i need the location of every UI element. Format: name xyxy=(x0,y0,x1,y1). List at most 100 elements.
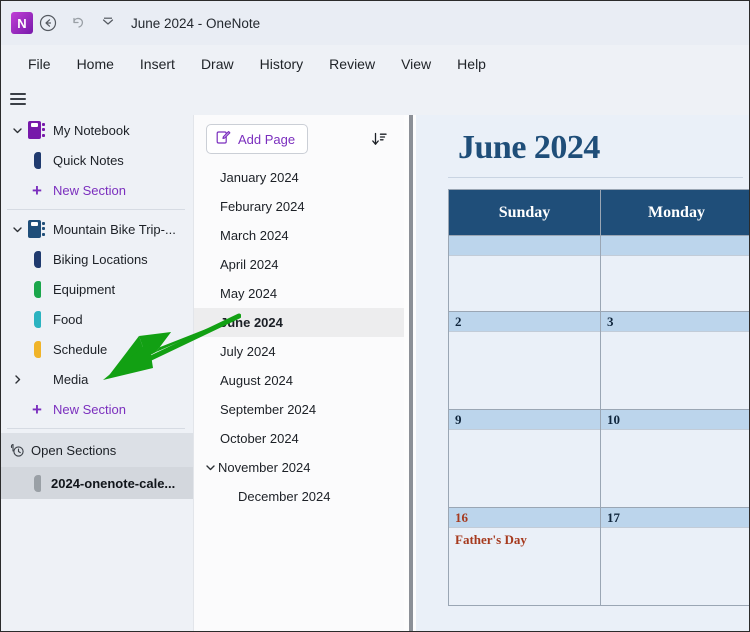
page-label: November 2024 xyxy=(218,460,311,475)
page-item-november[interactable]: November 2024 xyxy=(194,453,404,482)
page-item-april[interactable]: April 2024 xyxy=(194,250,404,279)
page-item-may[interactable]: May 2024 xyxy=(194,279,404,308)
page-item-october[interactable]: October 2024 xyxy=(194,424,404,453)
section-label: Quick Notes xyxy=(53,152,124,168)
notebook-navigation-pane: My Notebook Quick Notes + New Section Mo… xyxy=(1,115,193,631)
calendar-week-row xyxy=(449,236,749,312)
chevron-down-icon[interactable] xyxy=(7,224,27,235)
menu-item-insert[interactable]: Insert xyxy=(127,52,188,76)
menu-item-view[interactable]: View xyxy=(388,52,444,76)
page-item-march[interactable]: March 2024 xyxy=(194,221,404,250)
plus-icon: + xyxy=(32,399,42,419)
day-number: 10 xyxy=(601,410,749,430)
page-item-february[interactable]: Feburary 2024 xyxy=(194,192,404,221)
section-color-icon xyxy=(27,474,47,492)
undo-icon[interactable] xyxy=(63,8,93,38)
page-item-september[interactable]: September 2024 xyxy=(194,395,404,424)
page-item-july[interactable]: July 2024 xyxy=(194,337,404,366)
page-item-january[interactable]: January 2024 xyxy=(194,163,404,192)
chevron-down-icon[interactable] xyxy=(7,125,27,136)
page-label: January 2024 xyxy=(220,170,299,185)
sidebar-item-schedule[interactable]: Schedule xyxy=(1,334,193,364)
plus-icon: + xyxy=(32,180,42,200)
new-section-button-2[interactable]: + New Section xyxy=(1,394,193,424)
day-event xyxy=(601,332,749,409)
calendar-day-cell[interactable] xyxy=(449,236,601,312)
sort-pages-button[interactable] xyxy=(366,126,392,152)
sidebar-item-equipment[interactable]: Equipment xyxy=(1,274,193,304)
calendar-header-row: Sunday Monday xyxy=(449,190,749,236)
menu-item-history[interactable]: History xyxy=(247,52,317,76)
recent-sections-icon xyxy=(9,442,31,459)
sidebar-item-biking-locations[interactable]: Biking Locations xyxy=(1,244,193,274)
add-page-label: Add Page xyxy=(238,131,296,147)
menu-item-home[interactable]: Home xyxy=(64,52,127,76)
open-section-file-row[interactable]: 2024-onenote-cale... xyxy=(1,467,193,499)
open-sections-label: Open Sections xyxy=(31,442,117,458)
page-label: October 2024 xyxy=(220,431,299,446)
page-label: September 2024 xyxy=(220,402,317,417)
page-label: December 2024 xyxy=(238,489,331,504)
notebook-row-my-notebook[interactable]: My Notebook xyxy=(1,115,193,145)
calendar-day-cell[interactable]: 10 xyxy=(601,410,749,508)
hamburger-menu-icon[interactable] xyxy=(7,89,29,109)
new-section-button-1[interactable]: + New Section xyxy=(1,175,193,205)
page-label: Feburary 2024 xyxy=(220,199,305,214)
calendar-day-cell[interactable] xyxy=(601,236,749,312)
section-color-icon xyxy=(27,310,47,328)
menu-item-help[interactable]: Help xyxy=(444,52,499,76)
page-item-august[interactable]: August 2024 xyxy=(194,366,404,395)
chevron-down-icon[interactable] xyxy=(202,462,218,473)
calendar-day-cell[interactable]: 16 Father's Day xyxy=(449,508,601,606)
content-scrollbar[interactable] xyxy=(409,115,413,631)
page-label: June 2024 xyxy=(220,315,283,330)
notebook-icon xyxy=(27,219,47,239)
section-color-icon xyxy=(27,280,47,298)
day-number xyxy=(449,236,600,256)
menu-item-draw[interactable]: Draw xyxy=(188,52,247,76)
calendar-week-row: 16 Father's Day 17 xyxy=(449,508,749,606)
calendar-day-cell[interactable]: 17 xyxy=(601,508,749,606)
onenote-window: N June 2024 - OneNote File Home Insert D… xyxy=(0,0,750,632)
page-item-december-subpage[interactable]: December 2024 xyxy=(194,482,404,511)
add-page-button[interactable]: Add Page xyxy=(206,124,309,154)
calendar-day-cell[interactable]: 9 xyxy=(449,410,601,508)
back-arrow-icon[interactable] xyxy=(33,8,63,38)
sidebar-item-quick-notes[interactable]: Quick Notes xyxy=(1,145,193,175)
title-bar: N June 2024 - OneNote xyxy=(1,1,749,45)
page-list-toolbar: Add Page xyxy=(194,115,404,163)
section-label: Equipment xyxy=(53,281,116,297)
menu-bar: File Home Insert Draw History Review Vie… xyxy=(1,45,749,83)
day-number xyxy=(601,236,749,256)
section-color-icon xyxy=(27,151,47,169)
calendar-grid: Sunday Monday 2 3 9 10 16 Father's Day 1… xyxy=(448,189,749,606)
menu-item-review[interactable]: Review xyxy=(316,52,388,76)
day-event xyxy=(601,528,749,605)
open-section-file-label: 2024-onenote-cale... xyxy=(51,475,176,491)
notebook-label: Mountain Bike Trip-... xyxy=(53,221,176,237)
page-label: July 2024 xyxy=(220,344,276,359)
section-label: Schedule xyxy=(53,341,108,357)
notebook-label: My Notebook xyxy=(53,122,130,138)
chevron-right-icon[interactable] xyxy=(7,374,27,385)
sidebar-item-media-group[interactable]: Media xyxy=(1,364,193,394)
section-color-icon xyxy=(27,340,47,358)
calendar-day-cell[interactable]: 2 xyxy=(449,312,601,410)
new-section-label: New Section xyxy=(53,182,126,198)
onenote-logo-icon: N xyxy=(11,12,33,34)
column-header-monday: Monday xyxy=(601,190,749,236)
page-item-june-selected[interactable]: June 2024 xyxy=(194,308,404,337)
menu-item-file[interactable]: File xyxy=(15,52,64,76)
page-content-pane: June 2024 Sunday Monday 2 3 9 10 16 Fath… xyxy=(404,115,749,631)
window-title: June 2024 - OneNote xyxy=(131,15,261,31)
calendar-day-cell[interactable]: 3 xyxy=(601,312,749,410)
section-label: Food xyxy=(53,311,83,327)
day-event xyxy=(449,256,600,311)
page-label: August 2024 xyxy=(220,373,294,388)
day-event xyxy=(449,332,600,409)
day-number: 17 xyxy=(601,508,749,528)
sidebar-item-food[interactable]: Food xyxy=(1,304,193,334)
notebook-row-mountain-bike-trip[interactable]: Mountain Bike Trip-... xyxy=(1,214,193,244)
chevron-double-down-icon[interactable] xyxy=(93,8,123,38)
open-sections-header[interactable]: Open Sections xyxy=(1,433,193,467)
